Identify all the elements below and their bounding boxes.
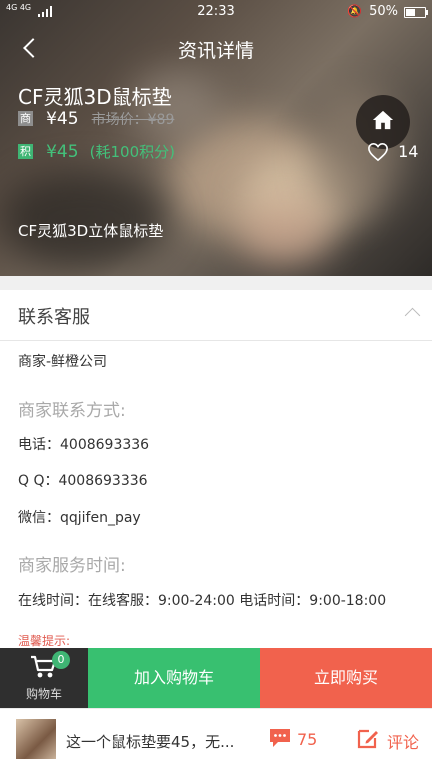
status-time: 22:33 [197, 4, 235, 19]
price: ¥45 [46, 108, 79, 129]
hours-heading: 商家服务时间: [18, 556, 126, 576]
contact-section-header[interactable]: 联系客服 [0, 290, 432, 341]
like-button[interactable]: 14 [367, 141, 418, 162]
cart-label: 购物车 [25, 687, 62, 701]
page-title: 资讯详情 [177, 40, 254, 62]
home-icon [372, 110, 394, 130]
points-price: ¥45 [46, 141, 79, 162]
price-row: 商 ¥45 市场价：¥89 [18, 108, 174, 130]
add-to-cart-button[interactable]: 加入购物车 [88, 648, 260, 708]
mute-bell-icon: 🔕 [347, 4, 362, 18]
points-note: (耗100积分) [89, 143, 175, 161]
heart-icon [368, 142, 388, 161]
review-button[interactable]: 评论 [387, 729, 419, 753]
cash-badge: 商 [18, 111, 33, 126]
product-title: CF灵狐3D鼠标垫 [18, 85, 172, 109]
qq-line: Q Q：4008693336 [18, 473, 148, 489]
battery-percent: 50% [369, 4, 398, 19]
edit-icon[interactable] [356, 727, 380, 749]
product-subtitle: CF灵狐3D立体鼠标垫 [18, 222, 164, 240]
nav-bar: 资讯详情 [0, 24, 432, 74]
phone-line: 电话：4008693336 [18, 437, 150, 453]
merchant-name: 商家-鲜橙公司 [18, 354, 108, 370]
avatar [16, 719, 56, 759]
cart-count-badge: 0 [52, 651, 70, 669]
buy-now-button[interactable]: 立即购买 [260, 648, 432, 708]
status-bar: 4G 4G 22:33 🔕 50% [0, 0, 432, 24]
tip-label: 温馨提示: [18, 634, 71, 648]
comment-preview[interactable]: 这一个鼠标垫要45，无... [66, 731, 251, 752]
points-row: 积 ¥45 (耗100积分) [18, 141, 175, 162]
comment-bar: 这一个鼠标垫要45，无... 75 评论 [0, 708, 432, 769]
like-count: 14 [398, 142, 419, 161]
action-bar: 0 购物车 加入购物车 立即购买 [0, 648, 432, 708]
contact-heading: 商家联系方式: [18, 401, 126, 421]
section-title: 联系客服 [18, 307, 90, 328]
comment-count[interactable]: 75 [297, 730, 317, 749]
comment-icon[interactable] [268, 727, 292, 749]
cart-button[interactable]: 0 购物车 [0, 648, 88, 708]
market-price: 市场价：¥89 [91, 111, 175, 128]
wechat-line: 微信：qqjifen_pay [18, 510, 141, 526]
points-badge: 积 [18, 144, 33, 159]
chevron-up-icon[interactable] [404, 307, 421, 324]
section-divider [0, 276, 432, 290]
hours-line: 在线时间：在线客服：9:00-24:00 电话时间：9:00-18:00 [18, 593, 387, 609]
battery-icon [404, 7, 428, 18]
